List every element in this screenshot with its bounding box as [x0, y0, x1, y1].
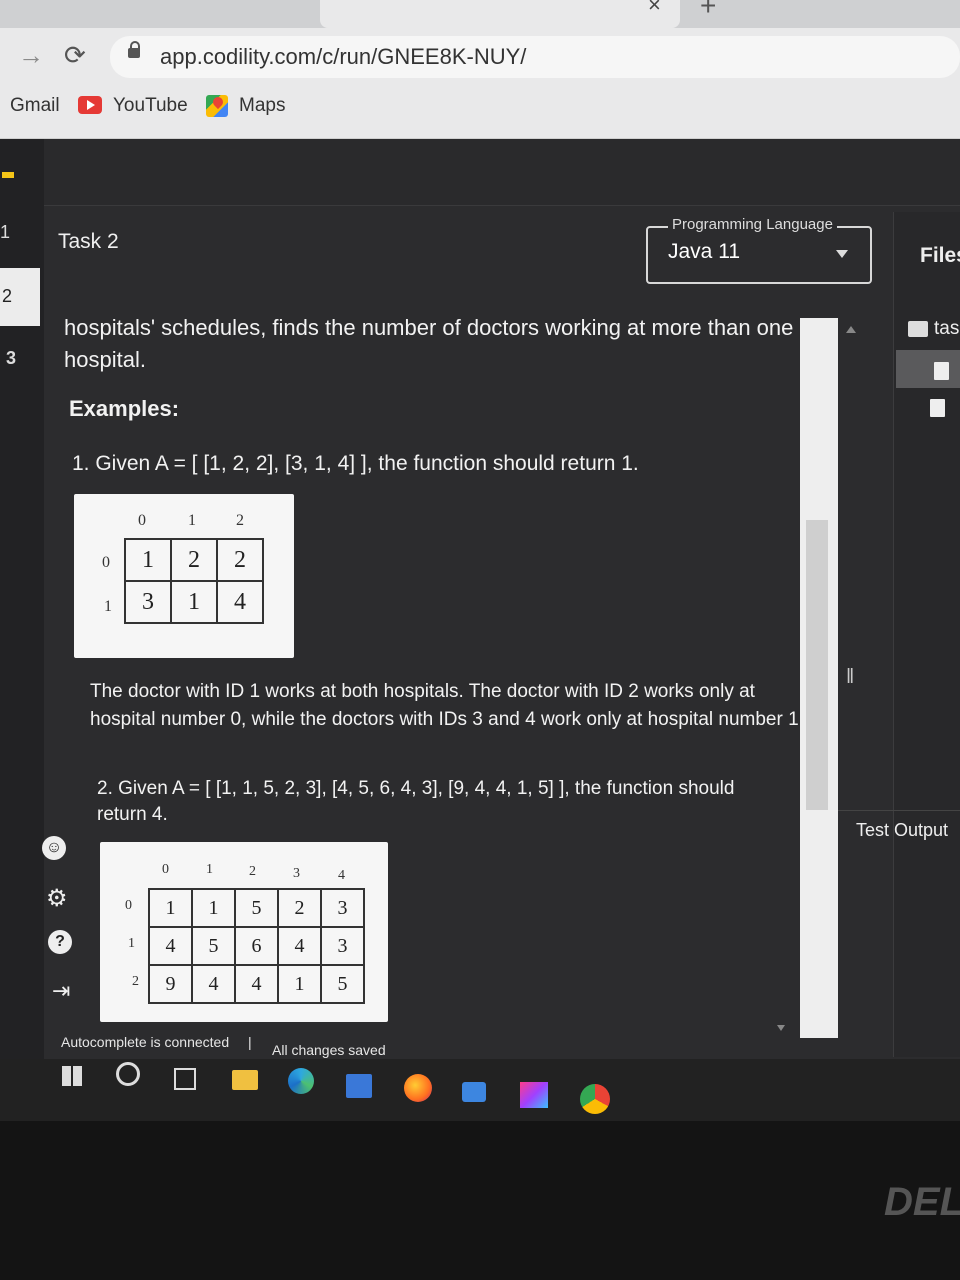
matrix-cell: 2 [216, 538, 264, 582]
matrix-cell: 3 [320, 888, 365, 928]
sidebar-task-3[interactable]: 3 [6, 348, 16, 369]
sidebar-accent [2, 172, 14, 178]
chrome-icon[interactable] [580, 1084, 610, 1114]
matrix-cell: 4 [277, 926, 322, 966]
col-header: 0 [162, 862, 169, 877]
device-logo: DEL [884, 1180, 960, 1224]
example-1: 1. Given A = [ [1, 2, 2], [3, 1, 4] ], t… [72, 452, 639, 475]
folder-name[interactable]: tas [934, 318, 959, 340]
file-icon[interactable] [930, 399, 945, 417]
folder-icon[interactable] [908, 321, 928, 337]
matrix-cell: 1 [170, 580, 218, 624]
row-header: 1 [104, 598, 112, 615]
exit-icon[interactable]: ⇥ [52, 978, 70, 1004]
matrix-cell: 9 [148, 964, 193, 1004]
bookmark-youtube[interactable]: YouTube [113, 95, 188, 117]
matrix-1-figure: 0 1 2 0 1 1 2 2 3 1 4 [74, 494, 294, 658]
scroll-down-icon[interactable] [777, 1025, 785, 1031]
edge-icon[interactable] [288, 1068, 314, 1094]
matrix-cell: 4 [216, 580, 264, 624]
autocomplete-status: Autocomplete is connected [61, 1034, 230, 1050]
col-header: 3 [293, 866, 300, 881]
sidebar-task-2[interactable]: 2 [2, 286, 12, 307]
col-header: 1 [188, 512, 196, 529]
col-header: 2 [249, 864, 256, 879]
tab-close-icon[interactable]: × [648, 0, 661, 18]
matrix-cell: 6 [234, 926, 279, 966]
forward-icon[interactable]: → [18, 40, 44, 71]
file-row-selected[interactable] [896, 350, 960, 388]
app-header [44, 139, 960, 206]
browser-tab[interactable] [320, 0, 680, 28]
pane-resize-handle[interactable]: ‖ [846, 666, 854, 689]
matrix-cell: 5 [320, 964, 365, 1004]
url-text[interactable]: app.codility.com/c/run/GNEE8K-NUY/ [160, 44, 526, 70]
matrix-2-grid: 1 1 5 2 3 4 5 6 4 3 9 4 4 1 5 [148, 888, 365, 1004]
bookmark-gmail[interactable]: Gmail [10, 95, 60, 117]
matrix-cell: 4 [234, 964, 279, 1004]
file-explorer-icon[interactable] [232, 1070, 258, 1090]
firefox-icon[interactable] [404, 1074, 432, 1102]
row-header: 0 [125, 898, 132, 913]
laptop-bezel [0, 1121, 960, 1280]
matrix-cell: 1 [191, 888, 236, 928]
matrix-cell: 5 [191, 926, 236, 966]
sidebar-task-1[interactable]: 1 [0, 222, 10, 243]
matrix-cell: 5 [234, 888, 279, 928]
task-title: Task 2 [58, 230, 119, 253]
help-icon[interactable]: ? [48, 930, 72, 954]
new-tab-icon[interactable]: + [700, 0, 716, 22]
scrollbar-thumb[interactable] [806, 520, 828, 810]
language-value[interactable]: Java 11 [668, 240, 740, 264]
matrix-cell: 4 [191, 964, 236, 1004]
row-header: 2 [132, 974, 139, 989]
example-1-explanation: The doctor with ID 1 works at both hospi… [90, 681, 804, 730]
search-icon[interactable] [116, 1062, 140, 1086]
language-label: Programming Language [668, 216, 837, 233]
media-icon[interactable] [462, 1082, 486, 1102]
youtube-icon[interactable] [78, 96, 102, 114]
description-intro: hospitals' schedules, finds the number o… [64, 315, 794, 372]
examples-heading: Examples: [69, 396, 180, 421]
maps-icon[interactable] [206, 95, 228, 117]
task-view-icon[interactable] [174, 1068, 196, 1090]
chevron-down-icon[interactable] [836, 250, 848, 258]
matrix-2-figure: 0 1 2 3 4 0 1 2 1 1 5 2 3 4 5 6 4 3 9 4 … [100, 842, 388, 1022]
row-header: 1 [128, 936, 135, 951]
status-separator: | [248, 1034, 252, 1050]
bookmark-maps[interactable]: Maps [239, 95, 285, 117]
windows-icon[interactable] [62, 1066, 82, 1086]
store-icon[interactable] [346, 1074, 372, 1098]
save-status: All changes saved [272, 1042, 386, 1058]
matrix-cell: 1 [124, 538, 172, 582]
lock-icon[interactable] [128, 41, 140, 58]
matrix-cell: 1 [148, 888, 193, 928]
scroll-up-icon[interactable] [846, 326, 856, 333]
matrix-1-grid: 1 2 2 3 1 4 [124, 538, 264, 624]
col-header: 1 [206, 862, 213, 877]
matrix-cell: 3 [124, 580, 172, 624]
col-header: 4 [338, 868, 345, 883]
col-header: 2 [236, 512, 244, 529]
intellij-icon[interactable] [520, 1082, 548, 1108]
test-output-tab[interactable]: Test Output [856, 820, 948, 841]
matrix-cell: 1 [277, 964, 322, 1004]
example-2: 2. Given A = [ [1, 1, 5, 2, 3], [4, 5, 6… [97, 778, 735, 825]
file-icon[interactable] [934, 362, 949, 380]
accessibility-icon[interactable]: ☺ [42, 836, 66, 860]
files-heading: Files [920, 244, 960, 267]
matrix-cell: 2 [170, 538, 218, 582]
matrix-cell: 2 [277, 888, 322, 928]
reload-icon[interactable]: ⟳ [64, 40, 86, 71]
gear-icon[interactable]: ⚙ [46, 884, 68, 913]
matrix-cell: 3 [320, 926, 365, 966]
row-header: 0 [102, 554, 110, 571]
matrix-cell: 4 [148, 926, 193, 966]
col-header: 0 [138, 512, 146, 529]
